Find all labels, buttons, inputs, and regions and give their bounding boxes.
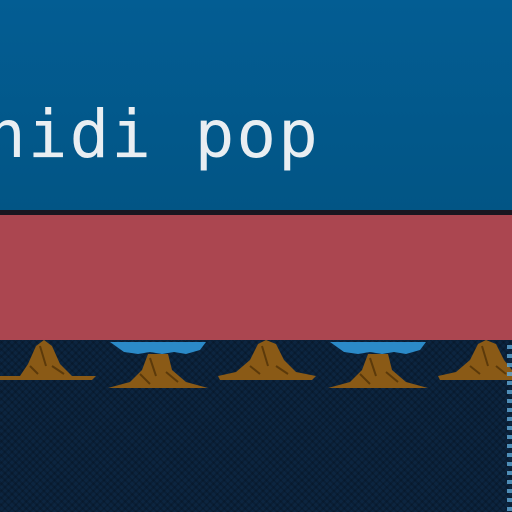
terrain-row xyxy=(0,340,512,388)
game-screen: nidi pop xyxy=(0,0,512,512)
mound-icon xyxy=(0,340,96,380)
mound-icon xyxy=(328,342,428,388)
header-title: nidi pop xyxy=(0,96,320,173)
mound-icon xyxy=(218,340,316,380)
field-edge-marker xyxy=(507,345,512,512)
mound-icon xyxy=(438,340,512,380)
red-band xyxy=(0,215,512,340)
header-bar: nidi pop xyxy=(0,0,512,210)
mound-icon xyxy=(108,342,208,388)
